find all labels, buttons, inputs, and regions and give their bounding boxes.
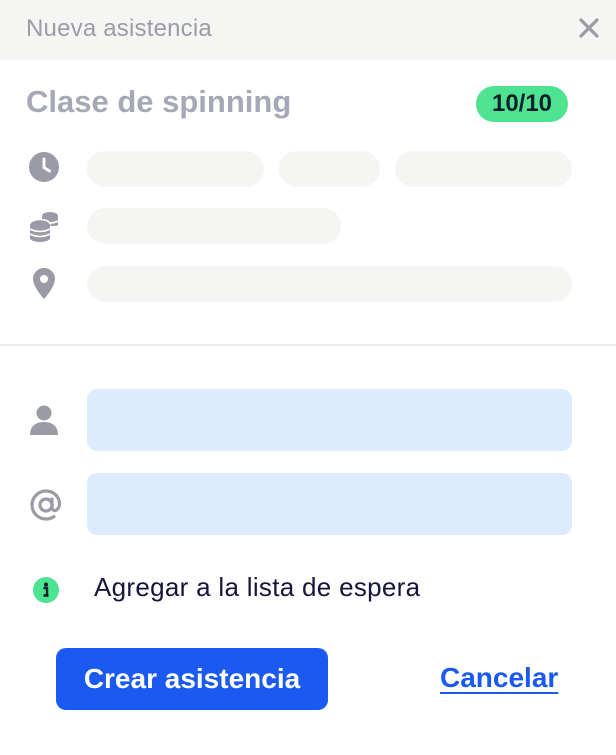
capacity-badge: 10/10 [476,86,568,122]
user-icon [30,405,58,440]
cancel-link[interactable]: Cancelar [440,662,558,694]
waitlist-option[interactable]: Agregar a la lista de espera [94,572,420,603]
dialog-title: Nueva asistencia [26,15,212,42]
date-placeholder [87,151,264,187]
price-placeholder [87,208,341,244]
end-time-placeholder [395,151,572,187]
coins-icon [29,210,61,247]
location-pin-icon [33,268,55,305]
clock-icon [29,152,59,187]
section-divider [0,344,616,346]
dialog-header: Nueva asistencia [0,0,616,60]
event-title: Clase de spinning [26,84,292,119]
name-field[interactable] [87,389,572,451]
at-sign-icon [30,489,62,526]
email-field[interactable] [87,473,572,535]
close-icon[interactable] [574,13,604,43]
location-placeholder [87,266,572,302]
create-attendance-button[interactable]: Crear asistencia [56,648,328,710]
info-icon [33,577,59,608]
start-time-placeholder [279,151,380,187]
